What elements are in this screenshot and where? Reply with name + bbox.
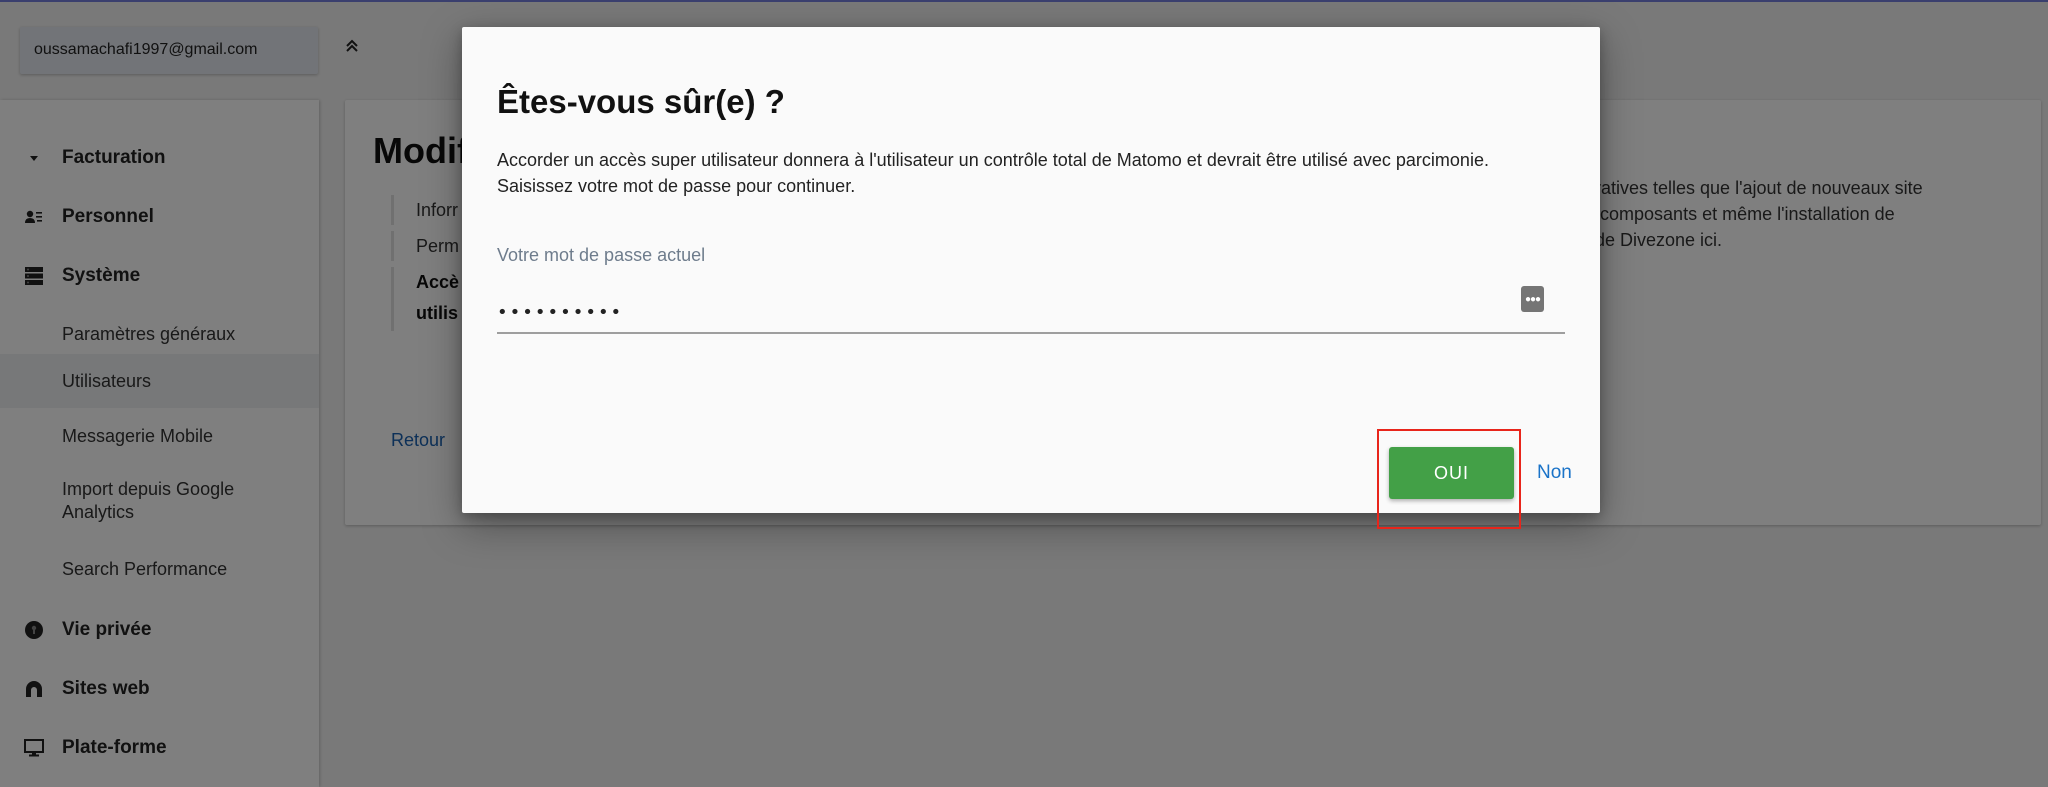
confirm-button[interactable]: OUI <box>1389 447 1514 499</box>
password-field[interactable] <box>497 292 1565 334</box>
dialog-message: Accorder un accès super utilisateur donn… <box>497 150 1489 196</box>
confirm-dialog: Êtes-vous sûr(e) ? Accorder un accès sup… <box>462 27 1600 513</box>
password-manager-icon[interactable]: ●●● <box>1521 286 1544 312</box>
page: oussamachafi1997@gmail.com Facturation P… <box>0 0 2048 787</box>
top-border <box>0 0 2048 2</box>
password-field-label: Votre mot de passe actuel <box>497 245 706 265</box>
dialog-title: Êtes-vous sûr(e) ? <box>497 83 785 120</box>
cancel-button[interactable]: Non <box>1537 462 1572 484</box>
